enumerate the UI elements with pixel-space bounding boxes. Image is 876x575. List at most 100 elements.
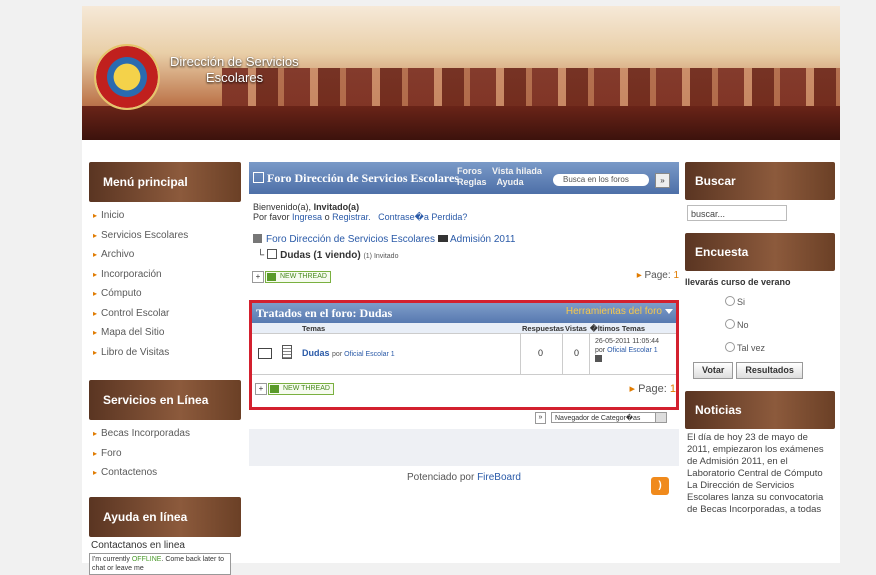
last-post-author-link[interactable]: Oficial Escolar 1	[607, 347, 658, 354]
bullet-arrow-icon: ▸	[93, 448, 98, 458]
forum-content: Foro Dirección de Servicios Escolares Fo…	[249, 162, 679, 495]
poll-option-si[interactable]: Si	[685, 293, 835, 311]
menu-item-incorporacion[interactable]: ▸ Incorporación	[89, 265, 241, 285]
poll-option-no[interactable]: No	[685, 316, 835, 334]
poll-title: Encuesta	[685, 233, 835, 271]
pagination-bottom: ▸ Page: 1	[629, 383, 676, 395]
chevron-down-icon[interactable]	[665, 309, 673, 314]
last-post-info: 26-05-2011 11:05:44 por Oficial Escolar 1	[595, 337, 659, 365]
online-help-title: Ayuda en línea	[89, 496, 241, 537]
topics-panel: Tratados en el foro: Dudas Herramientas …	[249, 300, 679, 410]
topics-header: Tratados en el foro: Dudas Herramientas …	[252, 303, 676, 323]
poll-option-tal-vez[interactable]: Tal vez	[685, 339, 835, 357]
search-input[interactable]: buscar...	[687, 205, 787, 221]
go-to-post-icon[interactable]	[595, 355, 602, 362]
news-text: El día de hoy 23 de mayo de 2011, empiez…	[687, 432, 824, 515]
topics-title: Tratados en el foro: Dudas	[256, 306, 393, 320]
results-button[interactable]: Resultados	[736, 362, 803, 379]
link-foros[interactable]: Foros	[457, 166, 482, 177]
pagination: ▸ Page: 1	[636, 270, 679, 281]
forum-search-button[interactable]: »	[655, 173, 670, 188]
search-title: Buscar	[685, 162, 835, 200]
mail-icon[interactable]	[258, 348, 272, 359]
menu-item-servicios-escolares[interactable]: ▸ Servicios Escolares	[89, 226, 241, 246]
site-header-banner: Dirección de Servicios Escolares	[82, 6, 840, 140]
bullet-arrow-icon: ▸	[93, 230, 98, 240]
rss-icon[interactable]: )	[651, 477, 669, 495]
bullet-arrow-icon: ▸	[93, 250, 98, 259]
link-reglas[interactable]: Reglas	[457, 177, 487, 188]
topic-title-link[interactable]: Dudas por Oficial Escolar 1	[302, 348, 395, 358]
topics-column-headers: Temas Respuestas Vistas �ltimos Temas	[252, 323, 676, 333]
bullet-arrow-icon: ▸	[93, 468, 98, 477]
forum-icon	[253, 234, 262, 243]
link-vista-hilada[interactable]: Vista hilada	[492, 166, 542, 177]
vote-button[interactable]: Votar	[693, 362, 734, 379]
thread-toolbar-top: + NEW THREAD ▸ Page: 1	[249, 270, 679, 284]
welcome-message: Bienvenido(a), Invitado(a) Por favor Ing…	[253, 202, 468, 222]
radio-icon	[725, 342, 735, 352]
breadcrumb-forum[interactable]: Foro Dirección de Servicios Escolares	[266, 234, 435, 245]
bullet-arrow-icon: ▸	[93, 308, 98, 318]
menu-item-computo[interactable]: ▸ Cómputo	[89, 284, 241, 304]
chat-offline-widget[interactable]: I'm currently OFFLINE. Come back later t…	[89, 552, 231, 575]
main-menu: ▸ Inicio ▸ Servicios Escolares ▸ Archivo ▸ I…	[89, 206, 241, 362]
arrow-icon	[437, 235, 448, 242]
breadcrumb-category[interactable]: Admisión 2011	[450, 234, 515, 245]
main-menu-title: Menú principal	[89, 162, 241, 202]
poll-question: llevarás curso de verano	[685, 277, 791, 287]
fireboard-link[interactable]: FireBoard	[477, 472, 521, 483]
menu-item-libro-visitas[interactable]: ▸ Libro de Visitas	[89, 343, 241, 363]
forum-header-bar: Foro Dirección de Servicios Escolares Fo…	[249, 162, 679, 194]
topic-author-link[interactable]: Oficial Escolar 1	[344, 351, 395, 358]
new-thread-button[interactable]: NEW THREAD	[265, 271, 331, 283]
go-button[interactable]: »	[535, 412, 546, 424]
chevron-down-icon	[655, 413, 666, 422]
collapse-icon[interactable]	[253, 172, 264, 183]
bullet-arrow-icon: ▸	[93, 328, 98, 337]
site-title[interactable]: Dirección de Servicios Escolares	[170, 54, 330, 86]
bullet-arrow-icon: ▸	[93, 289, 98, 298]
left-sidebar: Menú principal ▸ Inicio ▸ Servicios Escola…	[89, 162, 241, 575]
forum-tools-link[interactable]: Herramientas del foro	[566, 306, 662, 317]
menu-item-mapa-sitio[interactable]: ▸ Mapa del Sitio	[89, 323, 241, 343]
page-number[interactable]: 1	[673, 270, 679, 281]
menu-item-foro[interactable]: ▸ Foro	[89, 444, 241, 464]
table-row: Dudas por Oficial Escolar 1 0 0 26-05-20…	[252, 333, 676, 375]
breadcrumb-subforum: └ Dudas (1 viendo) (1) Invitado	[257, 249, 399, 261]
expand-button-bottom[interactable]: +	[255, 383, 267, 395]
register-link[interactable]: Registrar.	[332, 212, 371, 222]
school-seal-logo[interactable]	[94, 44, 160, 110]
login-link[interactable]: Ingresa	[292, 212, 322, 222]
news-title: Noticias	[685, 391, 835, 429]
lost-password-link[interactable]: Contrase�a Perdida?	[378, 212, 467, 222]
forum-search-input[interactable]: Busca en los foros	[553, 174, 649, 186]
thread-toolbar-bottom: + NEW THREAD ▸ Page: 1	[252, 379, 676, 401]
menu-item-control-escolar[interactable]: ▸ Control Escolar	[89, 304, 241, 324]
new-thread-button-bottom[interactable]: NEW THREAD	[268, 383, 334, 395]
views-count: 0	[574, 348, 580, 358]
menu-item-inicio[interactable]: ▸ Inicio	[89, 206, 241, 226]
poll: llevarás curso de verano Si No Tal vez V…	[685, 277, 835, 379]
expand-button[interactable]: +	[252, 271, 264, 283]
powered-by: Potenciado por FireBoard	[407, 472, 521, 483]
radio-icon	[725, 296, 735, 306]
menu-item-archivo[interactable]: ▸ Archivo	[89, 245, 241, 265]
new-thread-icon	[267, 273, 276, 281]
menu-item-contactenos[interactable]: ▸ Contactenos	[89, 463, 241, 483]
online-services-menu: ▸ Becas Incorporadas ▸ Foro ▸ Contactenos	[89, 424, 241, 483]
menu-item-becas[interactable]: ▸ Becas Incorporadas	[89, 424, 241, 444]
category-select[interactable]: Navegador de Categor�as	[551, 412, 667, 423]
online-help-text: Contactanos en linea	[91, 539, 185, 551]
radio-icon	[725, 319, 735, 329]
bullet-arrow-icon: ▸	[93, 211, 98, 220]
replies-count: 0	[538, 348, 544, 358]
new-thread-icon	[270, 385, 279, 393]
link-ayuda[interactable]: Ayuda	[497, 177, 524, 188]
breadcrumb: Foro Dirección de Servicios Escolares Ad…	[253, 234, 679, 246]
forum-links: Foros Vista hilada Reglas Ayuda	[457, 166, 552, 188]
forum-title[interactable]: Foro Dirección de Servicios Escolares	[267, 171, 459, 186]
online-services-title: Servicios en Línea	[89, 380, 241, 420]
page: Dirección de Servicios Escolares Menú pri…	[82, 6, 840, 575]
subforum-icon	[267, 249, 278, 259]
